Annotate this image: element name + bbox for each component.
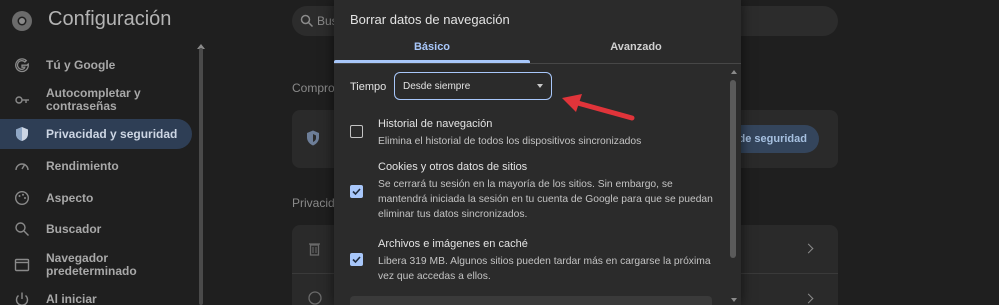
app-title: Configuración [48, 8, 172, 30]
shield-icon [307, 130, 319, 146]
settings-sidebar: Tú y Google Autocompletar y contraseñas … [0, 44, 196, 305]
sidebar-item-label: Aspecto [46, 190, 94, 205]
time-range-value: Desde siempre [403, 81, 471, 92]
option-title: Archivos e imágenes en caché [378, 238, 528, 250]
dialog-title: Borrar datos de navegación [350, 12, 510, 27]
power-icon [15, 292, 29, 305]
next-option-partial [350, 296, 712, 305]
palette-icon [14, 190, 30, 206]
scroll-thumb[interactable] [730, 80, 736, 258]
clear-browsing-data-dialog: Borrar datos de navegación Básico Avanza… [334, 0, 741, 305]
time-range-label: Tiempo [350, 81, 387, 93]
sidebar-item-privacy[interactable]: Privacidad y seguridad [0, 119, 192, 149]
scroll-down-arrow[interactable] [731, 298, 737, 302]
option-description: Se cerrará tu sesión en la mayoría de lo… [378, 179, 713, 220]
key-icon [15, 96, 29, 104]
option-description: Libera 319 MB. Algunos sitios pueden tar… [378, 256, 711, 282]
shield-icon [16, 127, 28, 141]
option-description: Elimina el historial de todos los dispos… [378, 136, 642, 147]
annotation-arrow-icon [562, 94, 635, 121]
google-g-icon [15, 58, 29, 73]
checkbox-cookies[interactable] [350, 185, 363, 198]
checkmark-icon [352, 188, 361, 196]
section-label-safety-check: Compro [292, 81, 335, 95]
sidebar-item-you-and-google[interactable]: Tú y Google [0, 50, 192, 80]
chevron-right-icon[interactable] [803, 243, 814, 254]
trash-icon [309, 243, 320, 256]
sidebar-item-appearance[interactable]: Aspecto [0, 183, 192, 213]
sidebar-item-label: Tú y Google [46, 57, 116, 72]
option-title: Cookies y otros datos de sitios [378, 161, 528, 173]
tab-divider [334, 63, 741, 64]
checkbox-browsing-history[interactable] [350, 125, 363, 138]
checkmark-icon [352, 256, 361, 264]
sidebar-item-search-engine[interactable]: Buscador [0, 214, 192, 244]
speedometer-icon [15, 163, 29, 171]
sidebar-item-label: Navegador predeterminado [46, 251, 137, 278]
chrome-logo-icon [12, 11, 32, 31]
scroll-up-arrow[interactable] [731, 70, 737, 74]
checkbox-cache[interactable] [350, 253, 363, 266]
chevron-right-icon[interactable] [803, 293, 814, 304]
sidebar-item-autofill[interactable]: Autocompletar y contraseñas [0, 84, 192, 116]
search-icon [15, 222, 29, 236]
time-range-select[interactable]: Desde siempre [394, 72, 552, 100]
cookie-icon [308, 291, 322, 305]
sidebar-item-label: Privacidad y seguridad [46, 126, 178, 141]
browser-window-icon [14, 258, 30, 272]
tab-advanced[interactable]: Avanzado [538, 41, 734, 63]
sidebar-scrollbar[interactable] [199, 48, 203, 305]
option-title: Historial de navegación [378, 118, 493, 130]
search-icon [300, 14, 314, 28]
sidebar-item-label: Autocompletar y contraseñas [46, 86, 141, 113]
sidebar-item-on-startup[interactable]: Al iniciar [0, 284, 192, 305]
sidebar-item-label: Rendimiento [46, 158, 119, 173]
sidebar-item-default-browser[interactable]: Navegador predeterminado [0, 248, 192, 282]
sidebar-item-label: Buscador [46, 221, 102, 236]
sidebar-item-performance[interactable]: Rendimiento [0, 151, 192, 181]
dialog-scrollbar[interactable] [729, 70, 738, 305]
sidebar-item-label: Al iniciar [46, 291, 97, 305]
dropdown-caret-icon [537, 84, 543, 88]
